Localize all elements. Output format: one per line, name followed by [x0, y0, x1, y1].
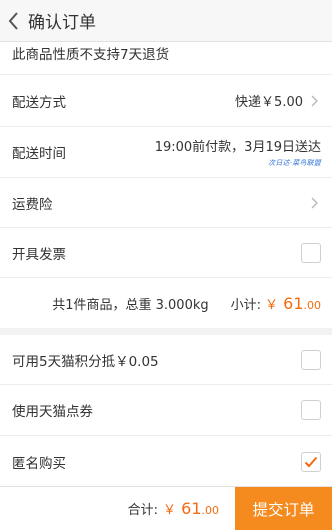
option-label-anonymous: 匿名购买	[12, 455, 66, 472]
chevron-right-icon	[311, 94, 321, 108]
order-summary-row: 共1件商品，总重 3.000kg 小计: ￥ 61.00	[0, 278, 332, 328]
invoice-row: 开具发票	[0, 228, 332, 278]
delivery-time-value: 19:00前付款，3月19日送达	[154, 140, 321, 155]
shipping-insurance-row[interactable]: 运费险	[0, 178, 332, 228]
option-row-coupon: 使用天猫点券	[0, 385, 332, 436]
back-arrow-icon	[8, 11, 18, 30]
anonymous-checkbox[interactable]	[301, 451, 321, 472]
delivery-method-value: 快递￥5.00	[235, 95, 303, 110]
total-amount: ￥ 61.00	[163, 499, 219, 518]
invoice-label: 开具发票	[12, 246, 66, 263]
option-label-points: 可用5天猫积分抵￥0.05	[12, 353, 159, 370]
invoice-checkbox[interactable]	[301, 242, 321, 263]
submit-order-button[interactable]: 提交订单	[235, 486, 332, 530]
item-count-weight: 共1件商品，总重 3.000kg	[52, 297, 209, 313]
points-checkbox[interactable]	[301, 349, 321, 370]
delivery-method-row[interactable]: 配送方式 快递￥5.00	[0, 75, 332, 127]
page-title: 确认订单	[28, 13, 96, 33]
return-policy-notice: 此商品性质不支持7天退货	[0, 42, 332, 75]
subtotal-label: 小计:	[230, 297, 262, 313]
total-label: 合计:	[127, 503, 159, 518]
top-bar: 确认订单	[0, 0, 332, 42]
options-group: 可用5天猫积分抵￥0.05 使用天猫点券 匿名购买	[0, 335, 332, 487]
chevron-right-icon	[311, 196, 321, 210]
delivery-time-row[interactable]: 配送时间 19:00前付款，3月19日送达 次日达·菜鸟联盟	[0, 127, 332, 178]
order-total: 合计: ￥ 61.00	[128, 499, 219, 518]
back-button[interactable]	[2, 0, 24, 42]
option-row-points: 可用5天猫积分抵￥0.05	[0, 335, 332, 385]
checkout-bar: 合计: ￥ 61.00 提交订单	[0, 486, 332, 530]
coupon-checkbox[interactable]	[301, 400, 321, 420]
return-policy-text: 此商品性质不支持7天退货	[12, 47, 170, 63]
subtotal-amount: ￥ 61.00	[265, 293, 321, 313]
cainiao-badge: 次日达·菜鸟联盟	[268, 159, 321, 167]
option-label-coupon: 使用天猫点券	[12, 404, 93, 420]
delivery-method-label: 配送方式	[12, 94, 66, 111]
delivery-time-label: 配送时间	[12, 146, 66, 162]
order-info-group: 此商品性质不支持7天退货 配送方式 快递￥5.00 配送时间 19:00前付款，…	[0, 42, 332, 328]
checkmark-icon	[304, 456, 318, 467]
shipping-insurance-label: 运费险	[12, 196, 53, 213]
option-row-anonymous: 匿名购买	[0, 436, 332, 487]
